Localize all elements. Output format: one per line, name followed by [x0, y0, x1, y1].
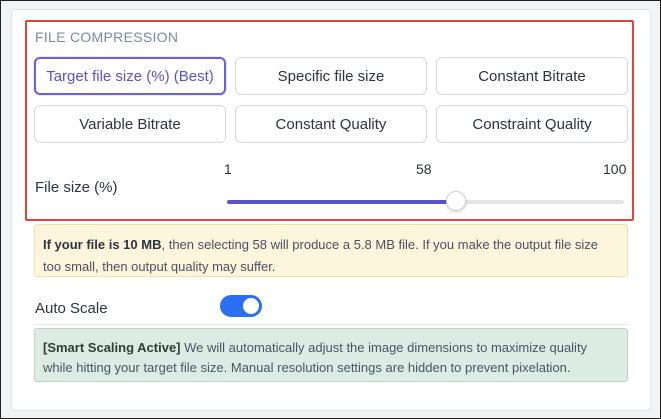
slider-value-label: 58 — [416, 161, 432, 177]
file-size-slider[interactable] — [227, 191, 624, 211]
option-constant-bitrate[interactable]: Constant Bitrate — [436, 57, 628, 95]
file-size-label: File size (%) — [35, 179, 118, 196]
slider-thumb[interactable] — [445, 191, 466, 211]
option-specific-file-size[interactable]: Specific file size — [235, 57, 427, 95]
auto-scale-toggle[interactable] — [220, 295, 262, 317]
option-target-file-size[interactable]: Target file size (%) (Best) — [34, 57, 226, 95]
info-bold: If your file is 10 MB — [43, 237, 162, 252]
slider-min-label: 1 — [224, 161, 232, 177]
note-bold: [Smart Scaling Active] — [43, 340, 181, 355]
slider-fill — [227, 200, 456, 204]
smart-scaling-note: [Smart Scaling Active] We will automatic… — [34, 328, 628, 382]
auto-scale-label: Auto Scale — [35, 300, 108, 317]
option-constant-quality[interactable]: Constant Quality — [235, 105, 427, 143]
option-variable-bitrate[interactable]: Variable Bitrate — [34, 105, 226, 143]
toggle-knob — [243, 298, 259, 314]
slider-max-label: 100 — [603, 161, 627, 177]
option-constraint-quality[interactable]: Constraint Quality — [436, 105, 628, 143]
divider — [34, 324, 628, 325]
info-box: If your file is 10 MB, then selecting 58… — [34, 224, 628, 277]
section-title: FILE COMPRESSION — [35, 29, 179, 45]
